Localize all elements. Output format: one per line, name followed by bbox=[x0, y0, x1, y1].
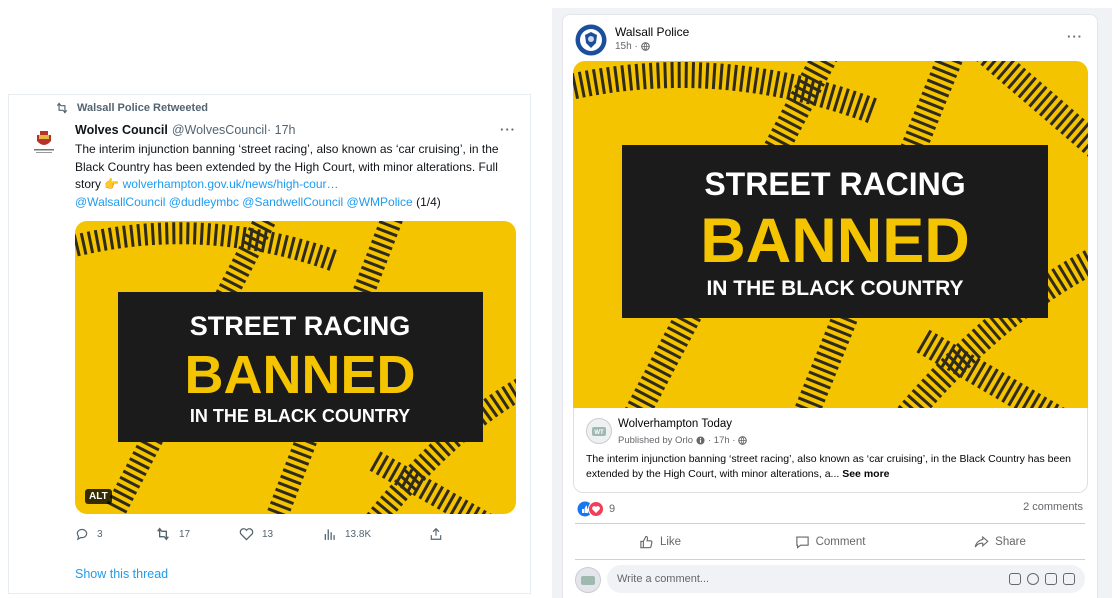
info-icon bbox=[696, 436, 705, 445]
share-arrow-icon bbox=[974, 535, 989, 548]
retweet-count: 17 bbox=[179, 528, 191, 540]
reply-count: 3 bbox=[97, 528, 103, 540]
comment-placeholder: Write a comment... bbox=[617, 573, 710, 585]
retweet-indicator: Walsall Police Retweeted bbox=[55, 102, 208, 114]
share-label: Share bbox=[995, 536, 1026, 548]
tweet-actions: 3 17 13 13.8K bbox=[75, 527, 455, 541]
retweet-button[interactable]: 17 bbox=[155, 527, 239, 541]
divider bbox=[575, 559, 1085, 560]
reaction-count: 9 bbox=[609, 503, 616, 515]
emoji-icon[interactable] bbox=[1027, 573, 1039, 585]
alt-badge[interactable]: ALT bbox=[85, 489, 112, 504]
see-more-link[interactable]: See more bbox=[842, 468, 889, 480]
shared-meta: Published by Orlo · 17h · bbox=[618, 435, 748, 446]
fb-poster-line2: BANNED bbox=[700, 206, 970, 276]
retweet-icon bbox=[56, 102, 68, 114]
page-name[interactable]: Walsall Police bbox=[615, 25, 689, 39]
council-crest-icon bbox=[34, 131, 54, 153]
gif-icon[interactable] bbox=[1063, 573, 1075, 585]
like-button[interactable]: Like bbox=[575, 529, 745, 555]
wt-logo-icon: WT bbox=[586, 418, 612, 444]
tweet-card: Walsall Police Retweeted Wolves Council … bbox=[8, 94, 531, 594]
shared-text-body: The interim injunction banning ‘street r… bbox=[586, 453, 1071, 480]
more-options-icon[interactable]: ··· bbox=[500, 122, 516, 137]
facebook-post-card: Walsall Police 15h · ··· STREET RACING B… bbox=[562, 14, 1098, 598]
thumbs-up-icon bbox=[640, 535, 653, 549]
like-button[interactable]: 13 bbox=[239, 527, 323, 541]
poster-line3: IN THE BLACK COUNTRY bbox=[190, 406, 410, 426]
retweet-action-icon bbox=[157, 527, 169, 541]
retweet-label: Walsall Police Retweeted bbox=[77, 102, 209, 114]
reply-icon bbox=[76, 528, 88, 541]
post-options-icon[interactable]: ··· bbox=[1067, 29, 1083, 44]
share-icon bbox=[430, 527, 442, 540]
fb-poster-line3: IN THE BLACK COUNTRY bbox=[706, 277, 963, 300]
tweet-header: Wolves Council @WolvesCouncil · 17h ··· bbox=[75, 122, 516, 137]
camera-icon[interactable] bbox=[1045, 573, 1057, 585]
comment-button[interactable]: Comment bbox=[745, 529, 915, 555]
fb-poster-line1: STREET RACING bbox=[704, 166, 965, 202]
views-count: 13.8K bbox=[345, 528, 372, 540]
poster-line2: BANNED bbox=[184, 345, 415, 405]
published-by: Published by Orlo bbox=[618, 435, 693, 446]
wolverhampton-today-avatar[interactable]: WT bbox=[586, 418, 612, 444]
walsall-police-avatar[interactable] bbox=[575, 24, 607, 56]
reactions-summary[interactable]: 9 bbox=[577, 501, 615, 517]
street-racing-poster: STREET RACING BANNED IN THE BLACK COUNTR… bbox=[75, 221, 516, 514]
tweet-mentions[interactable]: @WalsallCouncil @dudleymbc @SandwellCoun… bbox=[75, 195, 413, 209]
heart-icon bbox=[239, 528, 254, 541]
shared-page-name[interactable]: Wolverhampton Today bbox=[618, 418, 732, 430]
post-actions: Like Comment Share bbox=[575, 529, 1085, 555]
like-love-reaction-icons bbox=[577, 501, 604, 517]
shared-post-preview[interactable]: WT Wolverhampton Today Published by Orlo… bbox=[573, 408, 1088, 493]
globe-icon bbox=[738, 436, 748, 445]
thread-count: (1/4) bbox=[412, 194, 441, 209]
post-time[interactable]: 15h · bbox=[615, 41, 638, 52]
comment-input[interactable]: Write a comment... bbox=[607, 565, 1085, 593]
wolves-council-avatar[interactable] bbox=[27, 127, 61, 161]
tweet-image[interactable]: STREET RACING BANNED IN THE BLACK COUNTR… bbox=[75, 221, 516, 514]
share-button[interactable] bbox=[429, 527, 443, 541]
post-meta: 15h · bbox=[615, 41, 650, 52]
globe-icon bbox=[640, 42, 650, 51]
views-icon bbox=[324, 529, 335, 540]
share-button[interactable]: Share bbox=[915, 529, 1085, 555]
tweet-link[interactable]: wolverhampton.gov.uk/news/high-cour… bbox=[123, 177, 339, 191]
tweet-text: The interim injunction banning ‘street r… bbox=[75, 141, 525, 211]
account-handle[interactable]: @WolvesCouncil bbox=[172, 123, 267, 137]
tweet-time[interactable]: · 17h bbox=[267, 123, 296, 137]
commenter-avatar[interactable] bbox=[575, 567, 601, 593]
shared-post-text: The interim injunction banning ‘street r… bbox=[586, 452, 1076, 482]
reply-button[interactable]: 3 bbox=[75, 527, 155, 541]
police-badge-icon bbox=[575, 24, 607, 56]
show-thread-link[interactable]: Show this thread bbox=[75, 567, 168, 581]
comments-count[interactable]: 2 comments bbox=[1023, 501, 1083, 513]
views-button[interactable]: 13.8K bbox=[323, 527, 429, 541]
street-racing-poster-fb: STREET RACING BANNED IN THE BLACK COUNTR… bbox=[573, 61, 1088, 408]
poster-line1: STREET RACING bbox=[190, 311, 411, 341]
comment-icon bbox=[795, 536, 809, 549]
like-count: 13 bbox=[262, 528, 274, 540]
like-label: Like bbox=[659, 536, 682, 548]
comment-label: Comment bbox=[815, 536, 866, 548]
account-name[interactable]: Wolves Council bbox=[75, 123, 168, 137]
shared-time[interactable]: · 17h · bbox=[708, 435, 735, 446]
svg-text:WT: WT bbox=[594, 430, 604, 436]
divider bbox=[575, 523, 1085, 524]
sticker-icon[interactable] bbox=[1009, 573, 1021, 585]
user-avatar-icon bbox=[575, 567, 601, 593]
post-image[interactable]: STREET RACING BANNED IN THE BLACK COUNTR… bbox=[573, 61, 1088, 408]
comment-tools bbox=[1009, 573, 1075, 585]
